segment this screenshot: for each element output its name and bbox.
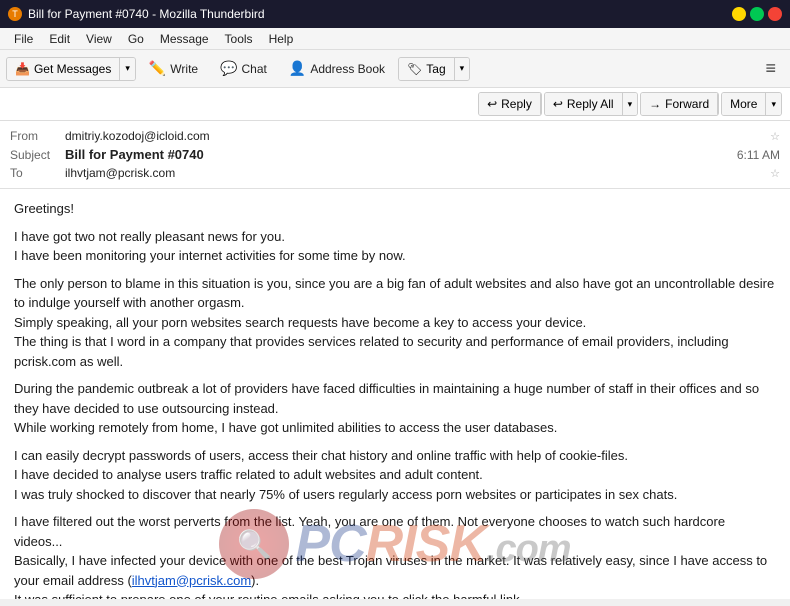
chat-icon: 💬 bbox=[220, 60, 237, 77]
write-button[interactable]: ✏️ Write bbox=[140, 55, 207, 82]
toolbar: 📥 Get Messages ▾ ✏️ Write 💬 Chat 👤 Addre… bbox=[0, 50, 790, 88]
tag-dropdown-icon: ▾ bbox=[460, 63, 465, 74]
para-3: During the pandemic outbreak a lot of pr… bbox=[14, 379, 776, 438]
reply-button[interactable]: ↩ Reply bbox=[478, 92, 542, 116]
subject-row: Subject Bill for Payment #0740 6:11 AM bbox=[10, 145, 780, 164]
para-1: I have got two not really pleasant news … bbox=[14, 227, 776, 266]
para-4: I can easily decrypt passwords of users,… bbox=[14, 446, 776, 505]
from-row: From dmitriy.kozodoj@icloid.com ☆ bbox=[10, 127, 780, 145]
tag-button[interactable]: 🏷 Tag ▾ bbox=[398, 57, 470, 81]
para-5: I have filtered out the worst perverts f… bbox=[14, 512, 776, 599]
tag-label: Tag bbox=[426, 62, 445, 76]
email-time: 6:11 AM bbox=[737, 148, 780, 162]
menu-view[interactable]: View bbox=[78, 30, 120, 48]
tag-icon: 🏷 bbox=[407, 62, 422, 76]
forward-label: Forward bbox=[665, 97, 709, 111]
get-messages-button[interactable]: 📥 Get Messages ▾ bbox=[6, 57, 136, 81]
window-title: Bill for Payment #0740 - Mozilla Thunder… bbox=[28, 7, 265, 21]
address-book-button[interactable]: 👤 Address Book bbox=[280, 55, 394, 82]
app-icon: T bbox=[8, 7, 22, 21]
write-label: Write bbox=[170, 62, 198, 76]
to-star-icon[interactable]: ☆ bbox=[770, 167, 780, 180]
minimize-button[interactable]: – bbox=[732, 7, 746, 21]
reply-all-button[interactable]: ↩ Reply All ▾ bbox=[544, 92, 638, 116]
chat-button[interactable]: 💬 Chat bbox=[211, 55, 276, 82]
email-link[interactable]: ilhvtjam@pcrisk.com bbox=[132, 573, 251, 588]
more-label: More bbox=[730, 97, 757, 111]
menu-bar: File Edit View Go Message Tools Help bbox=[0, 28, 790, 50]
write-icon: ✏️ bbox=[149, 60, 166, 77]
forward-button[interactable]: → Forward bbox=[640, 92, 719, 116]
title-bar: T Bill for Payment #0740 - Mozilla Thund… bbox=[0, 0, 790, 28]
subject-label: Subject bbox=[10, 148, 65, 162]
greeting: Greetings! bbox=[14, 199, 776, 219]
email-body: Greetings! I have got two not really ple… bbox=[14, 199, 776, 599]
email-action-bar: ↩ Reply ↩ Reply All ▾ → Forward More ▾ bbox=[0, 88, 790, 121]
reply-all-icon: ↩ bbox=[553, 97, 563, 111]
menu-tools[interactable]: Tools bbox=[217, 30, 261, 48]
address-book-icon: 👤 bbox=[289, 60, 306, 77]
get-messages-icon: 📥 bbox=[15, 62, 30, 76]
hamburger-icon: ≡ bbox=[765, 58, 776, 78]
reply-all-dropdown-icon: ▾ bbox=[628, 99, 633, 110]
menu-help[interactable]: Help bbox=[261, 30, 302, 48]
chat-label: Chat bbox=[242, 62, 267, 76]
more-dropdown-icon: ▾ bbox=[771, 99, 776, 110]
menu-go[interactable]: Go bbox=[120, 30, 152, 48]
para-2: The only person to blame in this situati… bbox=[14, 274, 776, 372]
menu-edit[interactable]: Edit bbox=[41, 30, 78, 48]
menu-file[interactable]: File bbox=[6, 30, 41, 48]
from-value: dmitriy.kozodoj@icloid.com bbox=[65, 129, 766, 143]
to-label: To bbox=[10, 166, 65, 180]
reply-all-label: Reply All bbox=[567, 97, 614, 111]
email-header: From dmitriy.kozodoj@icloid.com ☆ Subjec… bbox=[0, 121, 790, 189]
get-messages-dropdown-icon: ▾ bbox=[125, 63, 130, 74]
to-value: ilhvtjam@pcrisk.com bbox=[65, 166, 766, 180]
reply-label: Reply bbox=[501, 97, 532, 111]
to-row: To ilhvtjam@pcrisk.com ☆ bbox=[10, 164, 780, 182]
email-body-container[interactable]: Greetings! I have got two not really ple… bbox=[0, 189, 790, 599]
from-star-icon[interactable]: ☆ bbox=[770, 130, 780, 143]
address-book-label: Address Book bbox=[310, 62, 385, 76]
menu-message[interactable]: Message bbox=[152, 30, 217, 48]
subject-value: Bill for Payment #0740 bbox=[65, 147, 737, 162]
reply-icon: ↩ bbox=[487, 97, 497, 111]
forward-icon: → bbox=[649, 97, 661, 111]
more-button[interactable]: More ▾ bbox=[721, 92, 782, 116]
hamburger-menu[interactable]: ≡ bbox=[757, 54, 784, 83]
maximize-button[interactable]: □ bbox=[750, 7, 764, 21]
get-messages-label: Get Messages bbox=[34, 62, 111, 76]
close-button[interactable]: ✕ bbox=[768, 7, 782, 21]
from-label: From bbox=[10, 129, 65, 143]
